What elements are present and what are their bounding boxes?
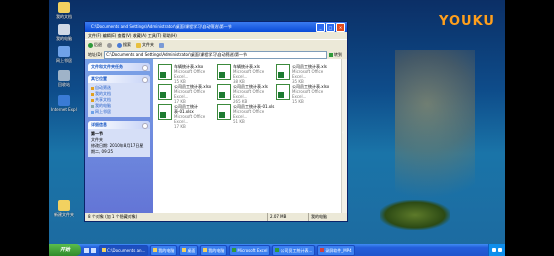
status-size: 2.07 MB — [267, 213, 308, 221]
other-places-header[interactable]: 其它位置 — [88, 75, 150, 83]
file-item[interactable]: 车辆统计表.xls Microsoft Office Excel... 38 KB — [217, 64, 276, 84]
computer-icon — [203, 248, 208, 252]
file-list: 车辆统计表.xlsx Microsoft Office Excel... 15 KB… — [155, 59, 341, 213]
computer-icon — [91, 104, 94, 108]
wallpaper-rocks — [380, 200, 450, 230]
file-tasks-panel: 文件和文件夹任务 — [88, 63, 150, 71]
excel-icon — [275, 248, 280, 252]
desktop-icon-my-computer[interactable]: 我的电脑 — [51, 24, 77, 41]
forward-button[interactable] — [107, 42, 112, 48]
place-link[interactable]: 网上邻居 — [91, 109, 147, 115]
computer-icon — [153, 248, 158, 252]
excel-file-icon — [217, 84, 231, 100]
search-button[interactable]: 搜索 — [117, 40, 131, 50]
start-button[interactable]: 开始 — [49, 244, 81, 256]
taskbar-item[interactable]: 我的电脑 — [200, 244, 228, 256]
taskbar-item[interactable]: 公司员工统计表... — [272, 244, 316, 256]
vertical-scrollbar[interactable] — [341, 59, 347, 213]
views-icon — [159, 42, 164, 48]
views-button[interactable] — [159, 42, 164, 48]
details-panel: 详细信息 第一节 文件夹 修改日期: 2010年8月17日星期二, 09:25 — [88, 121, 150, 157]
recycle-bin-icon — [58, 70, 70, 81]
collapse-arrow-icon[interactable]: ‹ — [342, 130, 346, 136]
details-header[interactable]: 详细信息 — [88, 121, 150, 129]
folder-icon — [58, 200, 70, 211]
file-item[interactable]: 公司员工统计表-01.xls Microsoft Office Excel... 5… — [217, 104, 276, 124]
excel-icon — [232, 248, 237, 252]
excel-file-icon — [276, 64, 290, 80]
excel-file-icon — [158, 84, 172, 100]
folder-icon — [91, 98, 94, 102]
desktop-quick-icon[interactable] — [91, 247, 96, 253]
maximize-button[interactable]: □ — [326, 23, 335, 32]
desktop-icon-recycle-bin[interactable]: 回收站 — [51, 70, 77, 87]
excel-file-icon — [158, 64, 172, 80]
window-titlebar[interactable]: C:\Documents and Settings\Administrator\… — [85, 22, 347, 32]
folder-icon — [136, 42, 141, 48]
desktop-icon-ie[interactable]: Internet Explorer — [51, 95, 77, 112]
back-button[interactable]: 后退 — [88, 40, 102, 50]
excel-file-icon — [217, 104, 231, 120]
toolbar: 后退 搜索 文件夹 — [85, 39, 347, 50]
excel-file-icon — [217, 64, 231, 80]
menubar[interactable]: 文件(F) 编辑(E) 查看(V) 收藏(A) 工具(T) 帮助(H) — [85, 32, 347, 39]
file-item[interactable]: 公司员工统计表.xls Microsoft Office Excel... 35 K… — [276, 64, 335, 84]
taskbar-item[interactable]: C:\Documents an... — [99, 244, 149, 256]
address-label: 地址(D) — [88, 52, 103, 57]
desktop-icon-network[interactable]: 网上邻居 — [51, 46, 77, 63]
back-arrow-icon — [88, 42, 93, 48]
status-count: 8 个对象 (加 1 个隐藏对象) — [88, 214, 138, 219]
file-item[interactable]: 公司员工统计表.xlsx Microsoft Office Excel... 17 … — [158, 84, 217, 104]
folder-icon — [91, 92, 94, 96]
recorder-icon — [320, 248, 325, 252]
minimize-button[interactable]: _ — [316, 23, 325, 32]
youku-logo: YOUKU — [439, 14, 495, 29]
go-button[interactable]: 转到 — [329, 50, 347, 59]
forward-arrow-icon — [107, 42, 112, 48]
folder-icon — [91, 86, 94, 90]
status-location: 我的电脑 — [308, 213, 347, 221]
address-bar: 地址(D) C:\Documents and Settings\Administ… — [85, 50, 347, 59]
tray-icon[interactable] — [492, 248, 496, 252]
internet-explorer-icon — [58, 95, 70, 106]
other-places-panel: 其它位置 自动筛选 我的文档 共享文档 我的电脑 网上邻居 — [88, 75, 150, 117]
system-tray — [488, 244, 505, 256]
close-button[interactable]: × — [336, 23, 345, 32]
network-icon — [58, 46, 70, 57]
excel-file-icon — [158, 104, 172, 120]
window-body: 文件和文件夹任务 其它位置 自动筛选 我的文档 共享文档 我的电脑 网上邻居 详… — [85, 59, 347, 213]
quick-launch — [84, 247, 96, 253]
explorer-window: C:\Documents and Settings\Administrator\… — [84, 21, 348, 222]
folders-button[interactable]: 文件夹 — [136, 40, 154, 50]
file-item[interactable]: 公司员工统计表.xls Microsoft Office Excel... 265 … — [217, 84, 276, 104]
folder-icon — [182, 248, 187, 252]
file-tasks-header[interactable]: 文件和文件夹任务 — [88, 63, 150, 71]
folder-icon — [102, 248, 106, 252]
taskbar: 开始 C:\Documents an... 我的电脑 桌面 我的电脑 Micro… — [49, 244, 505, 256]
network-icon — [91, 110, 94, 114]
search-icon — [117, 42, 122, 48]
desktop: 我的文档 我的电脑 网上邻居 回收站 Internet Explorer 新建文… — [49, 0, 505, 256]
address-input[interactable]: C:\Documents and Settings\Administrator\… — [104, 50, 327, 59]
file-item[interactable]: 车辆统计表.xlsx Microsoft Office Excel... 15 KB — [158, 64, 217, 84]
computer-icon — [58, 24, 70, 35]
taskbar-item[interactable]: 我的电脑 — [150, 244, 178, 256]
desktop-icon-my-documents[interactable]: 我的文档 — [51, 2, 77, 19]
window-title: C:\Documents and Settings\Administrator\… — [91, 24, 232, 29]
file-item[interactable]: 公司员工统计表.xlsx Microsoft Office Excel... 15 … — [276, 84, 335, 104]
excel-file-icon — [276, 84, 290, 100]
ie-quick-icon[interactable] — [84, 247, 89, 253]
file-item[interactable]: 公司员工统计表-01.xlsx Microsoft Office Excel...… — [158, 104, 217, 129]
folder-icon — [58, 2, 70, 13]
task-pane: 文件和文件夹任务 其它位置 自动筛选 我的文档 共享文档 我的电脑 网上邻居 详… — [85, 59, 153, 213]
desktop-icon-new-folder[interactable]: 新建文件夹 — [51, 200, 77, 217]
statusbar: 8 个对象 (加 1 个隐藏对象) 2.07 MB 我的电脑 — [85, 213, 347, 221]
go-arrow-icon — [329, 52, 333, 57]
details-modified: 修改日期: 2010年8月17日星期二, 09:25 — [91, 143, 144, 154]
taskbar-item[interactable]: 录屏软件_MP4 — [317, 244, 355, 256]
tray-icon[interactable] — [498, 248, 502, 252]
taskbar-item[interactable]: 桌面 — [179, 244, 199, 256]
taskbar-item[interactable]: Microsoft Excel — [229, 244, 271, 256]
